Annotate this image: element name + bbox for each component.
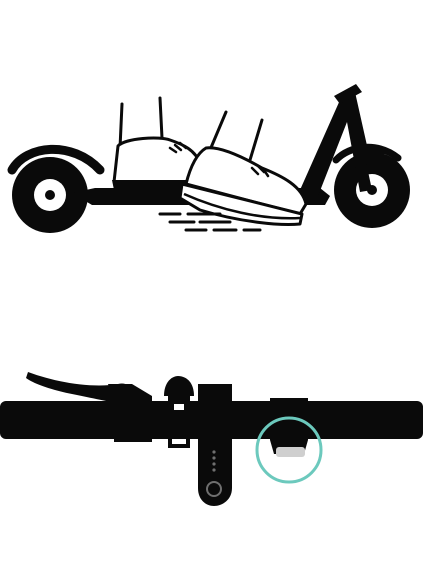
shoe-icon — [178, 110, 308, 226]
display-unit-icon — [198, 384, 232, 506]
kick-start-panel — [7, 84, 410, 233]
instruction-figure — [0, 84, 423, 506]
handlebar-controls-panel — [0, 372, 423, 506]
throttle-icon[interactable] — [270, 398, 308, 457]
throttle-face-icon — [276, 447, 305, 457]
